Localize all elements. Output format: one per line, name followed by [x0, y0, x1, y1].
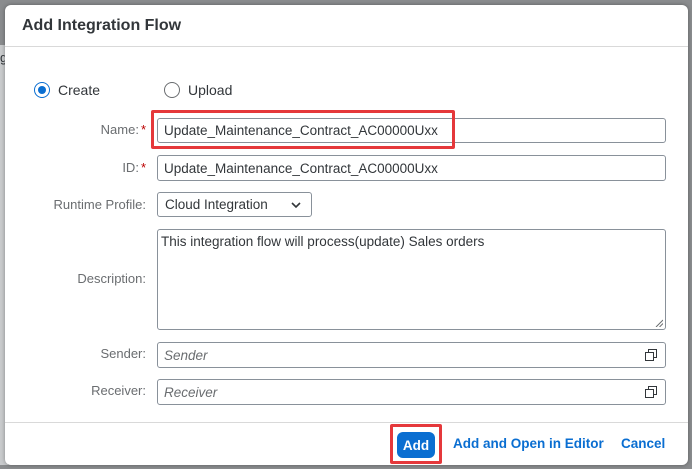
radio-create-label: Create	[58, 82, 101, 98]
radio-create[interactable]: Create	[34, 80, 100, 100]
required-mark: *	[140, 160, 146, 175]
id-value: Update_Maintenance_Contract_AC00000Uxx	[164, 160, 438, 176]
runtime-profile-label: Runtime Profile:	[53, 197, 146, 212]
required-mark: *	[140, 122, 146, 137]
runtime-profile-value: Cloud Integration	[165, 197, 268, 212]
dialog-header: Add Integration Flow	[5, 5, 688, 47]
radio-upload-label: Upload	[188, 82, 233, 98]
name-label-text: Name:	[100, 122, 139, 137]
value-help-icon[interactable]	[645, 349, 657, 361]
value-help-icon[interactable]	[645, 386, 657, 398]
add-integration-flow-dialog: Add Integration Flow Create Upload Name:…	[5, 5, 688, 465]
sender-placeholder: Sender	[164, 347, 208, 363]
radio-selected-icon	[34, 82, 50, 98]
runtime-profile-select[interactable]: Cloud Integration	[157, 192, 312, 217]
id-input[interactable]: Update_Maintenance_Contract_AC00000Uxx	[157, 155, 666, 181]
receiver-label: Receiver:	[91, 383, 146, 398]
add-and-open-in-editor-button[interactable]: Add and Open in Editor	[453, 436, 604, 451]
receiver-input[interactable]: Receiver	[157, 379, 666, 405]
name-label: Name: *	[101, 122, 146, 137]
chevron-down-icon	[291, 202, 301, 209]
description-textarea[interactable]: This integration flow will process(updat…	[157, 229, 666, 330]
sender-label: Sender:	[100, 346, 146, 361]
receiver-placeholder: Receiver	[164, 384, 218, 400]
id-label-text: ID:	[122, 160, 139, 175]
description-label: Description:	[77, 271, 146, 286]
resize-grip-icon[interactable]	[655, 319, 663, 327]
name-highlight-box	[151, 110, 455, 149]
radio-upload[interactable]: Upload	[164, 80, 232, 100]
add-highlight-box	[390, 424, 442, 464]
radio-unselected-icon	[164, 82, 180, 98]
dialog-title: Add Integration Flow	[22, 17, 182, 34]
cancel-button[interactable]: Cancel	[621, 436, 665, 451]
description-value: This integration flow will process(updat…	[161, 234, 485, 249]
sender-input[interactable]: Sender	[157, 342, 666, 368]
id-label: ID: *	[122, 160, 146, 175]
